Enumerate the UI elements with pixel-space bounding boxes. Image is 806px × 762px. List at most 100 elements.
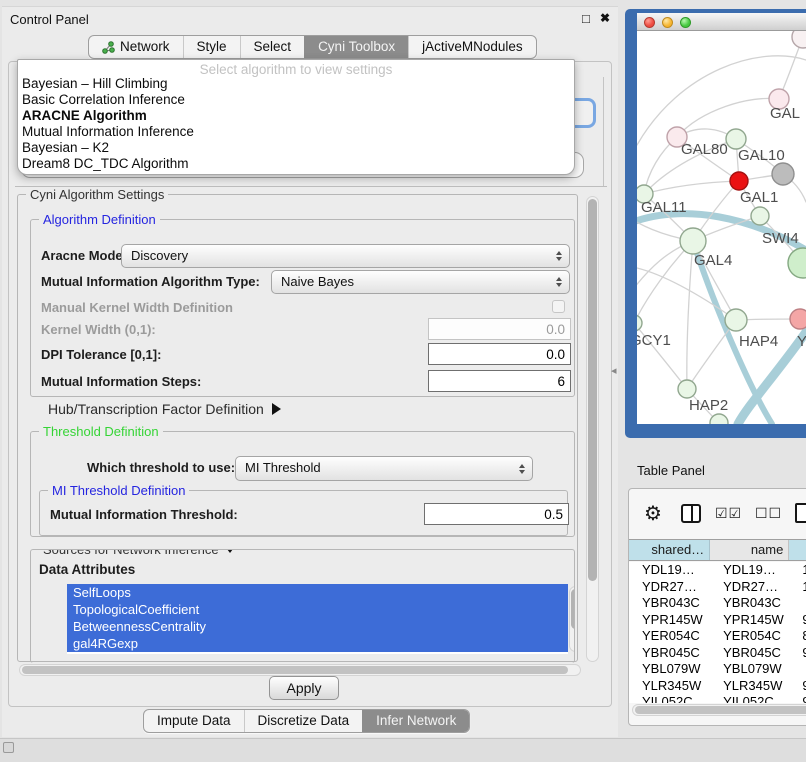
network-node-gal10[interactable] [726, 129, 746, 149]
apply-button[interactable]: Apply [269, 676, 339, 700]
attributes-scrollbar[interactable] [569, 586, 575, 652]
table-cell: YDR27… [710, 579, 789, 596]
algorithm-options-list: Bayesian – Hill ClimbingBasic Correlatio… [18, 76, 574, 172]
manual-kernel-width-label: Manual Kernel Width Definition [41, 300, 233, 315]
tab-impute-data[interactable]: Impute Data [144, 710, 244, 732]
network-node-swi4[interactable] [751, 207, 769, 225]
checked-checkboxes-icon[interactable]: ☑☑ [715, 505, 742, 522]
network-node-hap2[interactable] [678, 380, 696, 398]
aracne-mode-combo[interactable]: Discovery [121, 244, 570, 268]
tab-select[interactable]: Select [240, 36, 305, 58]
cyni-toolbox-panel: Select algorithm to view settings Bayesi… [8, 61, 612, 707]
column-header[interactable]: shared… [629, 540, 710, 560]
algorithm-option[interactable]: Dream8 DC_TDC Algorithm [18, 156, 574, 172]
table-row[interactable]: YBR045CYBR045C9. [629, 645, 806, 662]
column-header[interactable] [789, 540, 806, 560]
network-node[interactable] [792, 31, 806, 48]
network-edge [677, 98, 779, 137]
control-panel: Control Panel □ ✖ Network Style Select Cyni… [2, 6, 618, 737]
tab-label: Style [197, 36, 227, 58]
network-node-gal1[interactable] [730, 172, 748, 190]
tab-jactivemnodules[interactable]: jActiveMNodules [408, 36, 536, 58]
table-row[interactable]: YBL079WYBL079W [629, 661, 806, 678]
attribute-option[interactable]: BetweennessCentrality [67, 618, 568, 635]
which-threshold-combo[interactable]: MI Threshold [235, 456, 533, 481]
tab-cyni-toolbox[interactable]: Cyni Toolbox [304, 36, 408, 58]
algorithm-placeholder: Select algorithm to view settings [18, 60, 574, 76]
control-panel-tabbar: Network Style Select Cyni ToolboxjActiveMNo… [88, 35, 537, 59]
mi-algorithm-type-combo[interactable]: Naive Bayes [271, 270, 570, 294]
dpi-tolerance-input[interactable] [428, 343, 571, 365]
attribute-option[interactable]: TopologicalCoefficient [67, 601, 568, 618]
algorithm-option[interactable]: Bayesian – Hill Climbing [18, 76, 574, 92]
control-panel-title: Control Panel [10, 12, 89, 27]
manual-kernel-width-checkbox[interactable] [552, 300, 565, 313]
hub-definition-expander[interactable]: Hub/Transcription Factor Definition [48, 401, 281, 417]
algorithm-option[interactable]: Mutual Information Inference [18, 124, 574, 140]
close-window-icon[interactable] [644, 17, 655, 28]
node-label: GAL4 [694, 252, 732, 269]
table-row[interactable]: YER054CYER054C8. [629, 628, 806, 645]
float-panel-icon[interactable]: □ [582, 11, 590, 26]
table-row[interactable]: YDL19…YDL19…13 [629, 562, 806, 579]
table-cell: YBR045C [710, 645, 789, 662]
table-horizontal-scrollbar[interactable] [632, 704, 806, 716]
algorithm-option[interactable]: ARACNE Algorithm [18, 108, 574, 124]
unchecked-checkboxes-icon[interactable]: ☐☐ [755, 505, 782, 522]
minimize-window-icon[interactable] [662, 17, 673, 28]
algorithm-option[interactable]: Bayesian – K2 [18, 140, 574, 156]
table-cell: 9 [789, 694, 806, 703]
network-node-gal4[interactable] [680, 228, 706, 254]
table-cell [789, 595, 806, 612]
scrollbar-thumb[interactable] [571, 589, 575, 629]
table-row[interactable]: YIL052CYIL052C9 [629, 694, 806, 703]
combo-spinner-icon [519, 464, 525, 474]
settings-vertical-scrollbar[interactable] [586, 196, 599, 662]
network-canvas[interactable]: GALGAL80GAL10GAL1GAL11SWI4GAL4GCY1HAP4YH… [637, 31, 806, 424]
zoom-window-icon[interactable] [680, 17, 691, 28]
node-label: Y [797, 333, 806, 350]
panel-grip-icon[interactable] [3, 742, 14, 753]
status-bar [0, 738, 806, 762]
tab-infer-network[interactable]: Infer Network [362, 710, 469, 732]
table-cell: YPR145W [710, 612, 789, 629]
application-window: Control Panel □ ✖ Network Style Select Cyni… [0, 0, 806, 762]
network-node[interactable] [710, 414, 728, 424]
network-node-y[interactable] [790, 309, 806, 329]
network-node-hap4[interactable] [725, 309, 747, 331]
tab-style[interactable]: Style [183, 36, 240, 58]
network-node[interactable] [772, 163, 794, 185]
mi-threshold-label: Mutual Information Threshold: [50, 507, 238, 522]
table-toolbar: ⚙ ☑☑ ☐☐ [629, 503, 806, 531]
table-cell: YIL052C [629, 694, 710, 703]
mi-threshold-input[interactable] [424, 503, 569, 525]
close-panel-icon[interactable]: ✖ [600, 11, 610, 25]
gear-icon[interactable]: ⚙ [644, 501, 662, 526]
attribute-option[interactable]: SelfLoops [67, 584, 568, 601]
new-table-icon[interactable] [795, 503, 806, 523]
data-attributes-label: Data Attributes [39, 562, 135, 577]
settings-horizontal-scrollbar[interactable] [19, 664, 581, 676]
tab-label: Select [254, 36, 292, 58]
mi-steps-input[interactable] [428, 370, 571, 392]
attribute-option[interactable]: gal4RGexp [67, 635, 568, 652]
table-cell: YBL079W [710, 661, 789, 678]
table-row[interactable]: YPR145WYPR145W9. [629, 612, 806, 629]
split-columns-icon[interactable] [681, 504, 701, 523]
threshold-definition-group: Threshold Definition Which threshold to … [30, 431, 575, 537]
scrollbar-thumb[interactable] [22, 666, 568, 674]
table-row[interactable]: YLR345WYLR345W9. [629, 678, 806, 695]
scrollbar-thumb[interactable] [635, 706, 806, 714]
network-node[interactable] [788, 248, 806, 278]
tab-network[interactable]: Network [89, 36, 183, 58]
collapse-arrow-icon[interactable] [224, 549, 236, 553]
algorithm-option[interactable]: Basic Correlation Inference [18, 92, 574, 108]
column-header[interactable]: name [710, 540, 789, 560]
network-node-gcy1[interactable] [637, 315, 642, 331]
scrollbar-thumb[interactable] [588, 199, 597, 581]
table-row[interactable]: YDR27…YDR27…12 [629, 579, 806, 596]
table-row[interactable]: YBR043CYBR043C [629, 595, 806, 612]
splitter-collapse-icon[interactable]: ◂ [611, 364, 617, 377]
mi-steps-label: Mutual Information Steps: [41, 374, 201, 389]
tab-discretize-data[interactable]: Discretize Data [244, 710, 363, 732]
